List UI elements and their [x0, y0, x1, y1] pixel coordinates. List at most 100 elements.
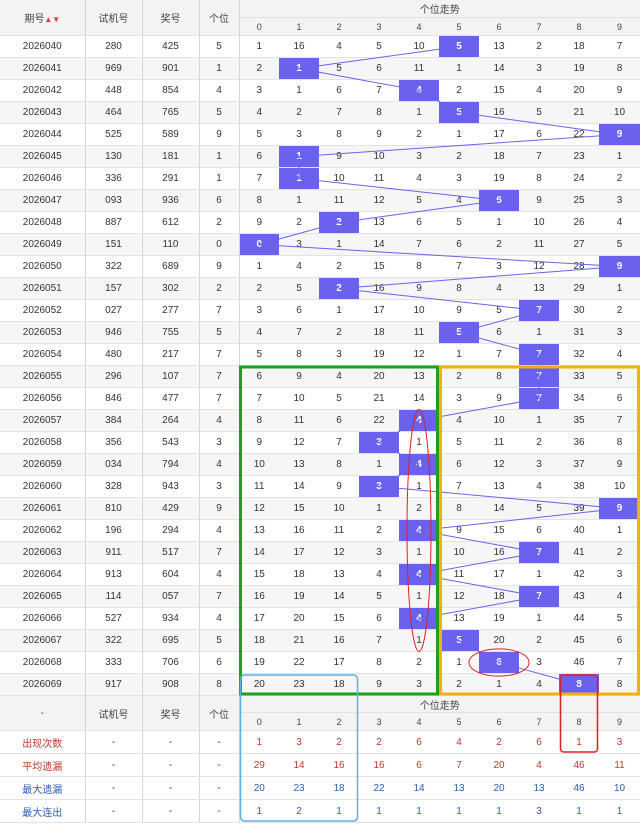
omission-cell: 1 — [519, 563, 559, 586]
unit-cell: 4 — [199, 563, 240, 586]
stats-value: 22 — [359, 776, 399, 800]
omission-cell: 21 — [559, 101, 599, 124]
omission-cell: 45 — [559, 629, 599, 652]
table-row: 2026066 527 934 4 17 20 15 6 4 13 19 1 44 5 — [0, 607, 640, 630]
omission-cell: 2 — [399, 123, 439, 146]
omission-cell: 19 — [238, 651, 279, 674]
omission-cell: 1 — [319, 299, 359, 322]
omission-cell: 2 — [359, 519, 399, 542]
stats-value: 2 — [359, 730, 399, 754]
issue-cell: 2026062 — [0, 519, 86, 542]
footer-digit-3: 3 — [359, 712, 399, 731]
omission-cell: 3 — [519, 453, 559, 476]
omission-cell: 1 — [399, 101, 439, 124]
omission-cell: 1 — [439, 57, 479, 80]
issue-cell: 2026045 — [0, 145, 86, 168]
omission-cell: 2 — [238, 277, 279, 300]
stats-value: 3 — [599, 730, 640, 754]
table-row: 2026067 322 695 5 18 21 16 7 1 5 20 2 45 6 — [0, 629, 640, 652]
issue-cell: 2026056 — [0, 387, 86, 410]
digit-header-9: 9 — [599, 17, 640, 36]
stats-value: 1 — [319, 799, 359, 823]
omission-cell: 1 — [399, 475, 439, 498]
footer-digit-0: 0 — [238, 712, 279, 731]
table-row: 2026041 969 901 1 2 1 5 6 11 1 14 3 19 8 — [0, 57, 640, 80]
unit-cell: 9 — [199, 497, 240, 520]
omission-cell: 9 — [279, 365, 319, 388]
omission-cell: 5 — [359, 585, 399, 608]
stats-dash: - — [142, 753, 200, 777]
issue-cell: 2026061 — [0, 497, 86, 520]
omission-cell: 18 — [479, 145, 519, 168]
table-row: 2026060 328 943 3 11 14 9 3 1 7 13 4 38 10 — [0, 475, 640, 498]
stats-value: 29 — [238, 753, 279, 777]
prize-cell: 755 — [142, 321, 200, 344]
prize-cell: 517 — [142, 541, 200, 564]
issue-header[interactable]: 期号▲▼ — [0, 0, 86, 36]
hit-cell: 4 — [399, 563, 439, 586]
omission-cell: 9 — [519, 189, 559, 212]
issue-cell: 2026050 — [0, 255, 86, 278]
omission-cell: 30 — [559, 299, 599, 322]
omission-cell: 5 — [238, 123, 279, 146]
omission-cell: 4 — [519, 673, 559, 696]
prize-cell: 765 — [142, 101, 200, 124]
hit-cell: 1 — [279, 57, 319, 80]
trial-cell: 527 — [85, 607, 143, 630]
hit-cell: 9 — [599, 497, 640, 520]
stats-dash: - — [142, 776, 200, 800]
omission-cell: 5 — [599, 607, 640, 630]
stats-dash: - — [85, 730, 143, 754]
stats-value: 4 — [519, 753, 559, 777]
omission-cell: 4 — [319, 35, 359, 58]
trial-cell: 846 — [85, 387, 143, 410]
prize-cell: 181 — [142, 145, 200, 168]
footer-digit-5: 5 — [439, 712, 479, 731]
omission-cell: 3 — [519, 651, 559, 674]
omission-cell: 8 — [439, 497, 479, 520]
hit-cell: 6 — [479, 651, 519, 674]
table-row: 2026051 157 302 2 2 5 2 16 9 8 4 13 29 1 — [0, 277, 640, 300]
footer-units: 个位 — [199, 695, 240, 731]
omission-cell: 10 — [399, 299, 439, 322]
omission-cell: 3 — [399, 145, 439, 168]
prize-cell: 706 — [142, 651, 200, 674]
trial-cell: 280 — [85, 35, 143, 58]
omission-cell: 13 — [439, 607, 479, 630]
omission-cell: 8 — [238, 409, 279, 432]
omission-cell: 1 — [319, 233, 359, 256]
omission-cell: 4 — [399, 167, 439, 190]
issue-cell: 2026041 — [0, 57, 86, 80]
omission-cell: 4 — [519, 79, 559, 102]
omission-cell: 3 — [279, 123, 319, 146]
digit-header-8: 8 — [559, 17, 599, 36]
issue-cell: 2026064 — [0, 563, 86, 586]
omission-cell: 5 — [319, 57, 359, 80]
omission-cell: 2 — [399, 651, 439, 674]
omission-cell: 10 — [399, 35, 439, 58]
sort-icon[interactable]: ▲▼ — [44, 15, 60, 24]
omission-cell: 6 — [319, 409, 359, 432]
unit-cell: 7 — [199, 585, 240, 608]
omission-cell: 11 — [479, 431, 519, 454]
prize-cell: 695 — [142, 629, 200, 652]
omission-cell: 10 — [319, 497, 359, 520]
trial-cell: 034 — [85, 453, 143, 476]
omission-cell: 1 — [359, 497, 399, 520]
omission-cell: 23 — [279, 673, 319, 696]
omission-cell: 12 — [359, 189, 399, 212]
omission-cell: 3 — [479, 255, 519, 278]
hit-cell: 5 — [439, 629, 479, 652]
prize-cell: 425 — [142, 35, 200, 58]
omission-cell: 13 — [238, 519, 279, 542]
omission-cell: 4 — [279, 255, 319, 278]
stats-value: 23 — [279, 776, 319, 800]
omission-cell: 5 — [479, 299, 519, 322]
omission-cell: 15 — [479, 519, 519, 542]
stats-value: 13 — [439, 776, 479, 800]
omission-cell: 22 — [279, 651, 319, 674]
prize-cell: 477 — [142, 387, 200, 410]
omission-cell: 2 — [279, 211, 319, 234]
omission-cell: 3 — [599, 189, 640, 212]
omission-cell: 5 — [399, 189, 439, 212]
